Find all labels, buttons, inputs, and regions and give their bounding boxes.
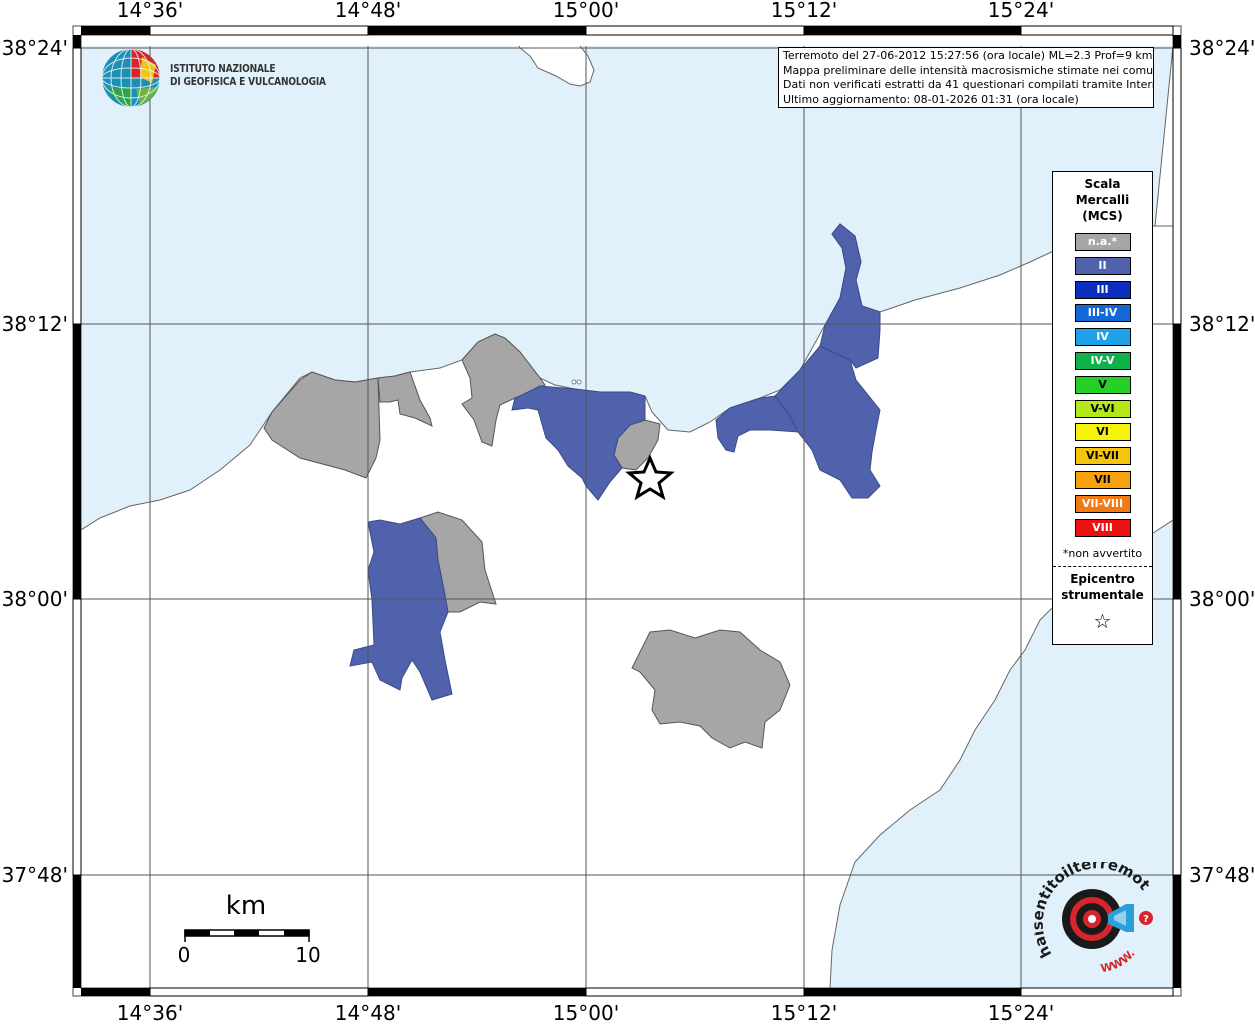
legend-item-v: V [1074, 375, 1131, 394]
legend-title-line: Mercalli [1075, 193, 1130, 207]
info-line-data: Dati non verificati estratti da 41 quest… [783, 78, 1154, 91]
info-line-event: Terremoto del 27-06-2012 15:27:56 (ora l… [783, 49, 1153, 62]
mcs-legend: Scala Mercalli (MCS) n.a.* II III III-IV… [1052, 171, 1153, 645]
hsit-logo-www: WWW. [1099, 947, 1137, 975]
lon-label-top: 14°36' [117, 0, 183, 22]
scale-bar-min: 0 [178, 943, 191, 967]
hsit-logo: haisentitoilterremoto.it WWW. ? [1034, 862, 1154, 975]
scale-bar-max: 10 [295, 943, 320, 967]
legend-title-line: Scala [1084, 177, 1121, 191]
legend-item-iii: III [1074, 280, 1131, 299]
institute-name-line1: ISTITUTO NAZIONALE [170, 63, 276, 75]
legend-item-viii: VIII [1074, 518, 1131, 537]
lat-label-right: 38°00' [1189, 587, 1255, 611]
info-line-map: Mappa preliminare delle intensità macros… [783, 63, 1154, 77]
lon-label-top: 15°24' [988, 0, 1054, 22]
institute-name-line2: DI GEOFISICA E VULCANOLOGIA [170, 76, 326, 88]
legend-title: Scala Mercalli (MCS) [1053, 176, 1152, 224]
earthquake-info-box: Terremoto del 27-06-2012 15:27:56 (ora l… [778, 47, 1154, 108]
legend-item-ii: II [1074, 256, 1131, 275]
legend-item-v-vi: V-VI [1074, 399, 1131, 418]
lon-label-top: 15°12' [771, 0, 837, 22]
legend-epicenter-line: strumentale [1061, 587, 1144, 602]
legend-star-icon: ☆ [1093, 608, 1112, 633]
legend-item-iii-iv: III-IV [1074, 304, 1131, 323]
lon-label-bottom: 15°24' [988, 1001, 1054, 1024]
lat-label-right: 38°24' [1189, 36, 1255, 60]
legend-items: n.a.* II III III-IV IV IV-V V V-VI VI VI… [1053, 233, 1152, 537]
lon-label-top: 14°48' [335, 0, 401, 22]
lon-label-bottom: 15°00' [553, 1001, 619, 1024]
institute-name: ISTITUTO NAZIONALE DI GEOFISICA E VULCAN… [170, 63, 326, 89]
legend-item-iv: IV [1074, 328, 1131, 347]
svg-text:WWW.: WWW. [1099, 947, 1137, 975]
lat-label-right: 37°48' [1189, 863, 1255, 887]
islet [576, 379, 582, 385]
lat-label-left: 38°00' [2, 587, 68, 611]
lat-label-left: 37°48' [2, 863, 68, 887]
info-line-updated: Ultimo aggiornamento: 08-01-2026 01:31 (… [783, 92, 1079, 106]
legend-item-vii: VII [1074, 470, 1131, 489]
lon-label-top: 15°00' [553, 0, 619, 22]
legend-note: *non avvertito [1062, 546, 1143, 560]
islet [571, 379, 577, 385]
lat-label-right: 38°12' [1189, 312, 1255, 336]
legend-epicenter-label: Epicentro strumentale [1053, 571, 1152, 603]
legend-item-vii-viii: VII-VIII [1074, 494, 1131, 513]
lon-label-bottom: 15°12' [771, 1001, 837, 1024]
legend-epicenter-line: Epicentro [1070, 571, 1135, 586]
legend-item-na: n.a.* [1074, 233, 1131, 251]
legend-separator [1053, 565, 1152, 567]
legend-item-iv-v: IV-V [1074, 351, 1131, 370]
legend-item-vi-vii: VI-VII [1074, 447, 1131, 466]
legend-title-line: (MCS) [1082, 209, 1123, 223]
lon-label-bottom: 14°48' [335, 1001, 401, 1024]
lat-label-left: 38°24' [2, 36, 68, 60]
hsit-question-icon: ? [1143, 914, 1149, 925]
lon-label-bottom: 14°36' [117, 1001, 183, 1024]
scale-bar-unit: km [226, 891, 266, 921]
lat-label-left: 38°12' [2, 312, 68, 336]
legend-item-vi: VI [1074, 423, 1131, 442]
